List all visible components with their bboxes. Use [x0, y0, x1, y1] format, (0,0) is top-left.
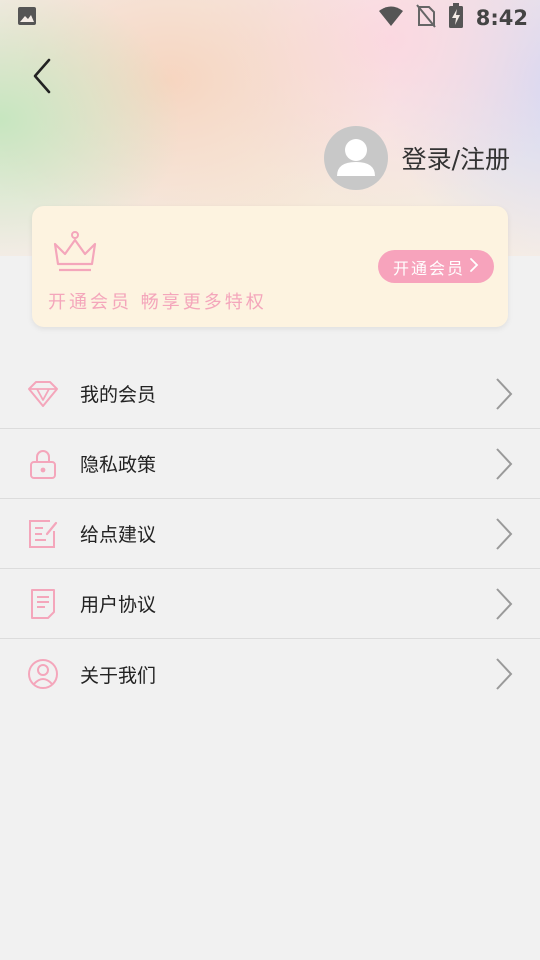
- menu-item-label: 关于我们: [80, 664, 157, 687]
- person-circle-icon: [26, 657, 60, 691]
- lock-icon: [26, 447, 60, 481]
- vip-card: 开通会员 畅享更多特权 开通会员: [32, 206, 508, 327]
- login-register-label[interactable]: 登录/注册: [402, 140, 510, 176]
- menu-item-label: 隐私政策: [80, 454, 157, 476]
- chevron-right-icon: [469, 257, 479, 277]
- chevron-right-icon: [494, 657, 514, 691]
- edit-icon: [26, 517, 60, 551]
- image-icon: [16, 5, 38, 31]
- chevron-right-icon: [494, 517, 514, 551]
- menu-item-privacy-policy[interactable]: 隐私政策: [0, 429, 540, 499]
- open-vip-button-label: 开通会员: [392, 258, 465, 278]
- menu-item-feedback[interactable]: 给点建议: [0, 499, 540, 569]
- chevron-right-icon: [494, 447, 514, 481]
- chevron-right-icon: [494, 377, 514, 411]
- document-icon: [26, 587, 60, 621]
- back-button[interactable]: [22, 56, 62, 100]
- chevron-left-icon: [31, 58, 53, 98]
- menu-item-label: 我的会员: [80, 384, 157, 406]
- wifi-icon: [378, 5, 404, 31]
- no-sim-icon: [415, 4, 436, 32]
- login-register[interactable]: 登录/注册: [323, 126, 510, 190]
- menu-item-label: 给点建议: [80, 524, 157, 546]
- status-bar: 8:42: [0, 0, 540, 36]
- open-vip-button[interactable]: 开通会员: [378, 250, 494, 283]
- menu-item-about-us[interactable]: 关于我们: [0, 639, 540, 709]
- user-avatar-icon[interactable]: [323, 126, 388, 190]
- menu-item-my-membership[interactable]: 我的会员: [0, 359, 540, 429]
- settings-menu: 我的会员 隐私政策 给点建议 用户协议 关于我们: [0, 359, 540, 709]
- diamond-icon: [26, 377, 60, 411]
- battery-charging-icon: [448, 3, 464, 33]
- vip-slogan: 开通会员 畅享更多特权: [48, 292, 267, 313]
- chevron-right-icon: [494, 587, 514, 621]
- status-time: 8:42: [475, 6, 528, 30]
- menu-item-label: 用户协议: [80, 594, 157, 616]
- crown-icon: [52, 230, 98, 278]
- menu-item-user-agreement[interactable]: 用户协议: [0, 569, 540, 639]
